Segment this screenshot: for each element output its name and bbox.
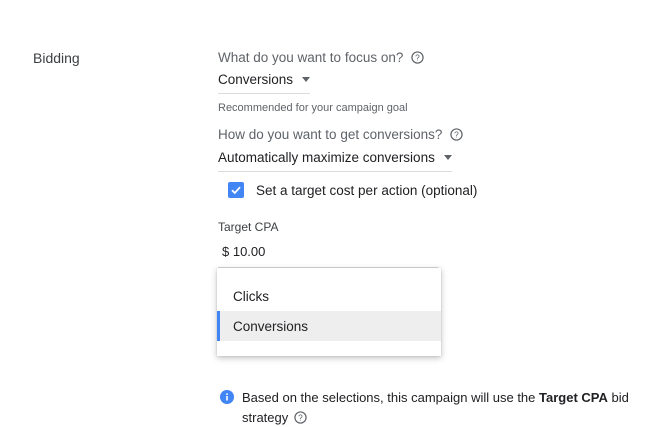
method-question: How do you want to get conversions? ? (218, 127, 464, 142)
bid-strategy-info: Based on the selections, this campaign w… (220, 388, 642, 427)
help-icon[interactable]: ? (294, 411, 307, 424)
chevron-down-icon (443, 155, 452, 160)
focus-options-menu: Clicks Conversions (217, 268, 441, 356)
menu-item-conversions[interactable]: Conversions (217, 311, 441, 341)
focus-dropdown-value: Conversions (218, 72, 294, 87)
target-cpa-checkbox-label: Set a target cost per action (optional) (256, 182, 478, 198)
info-icon (220, 390, 234, 404)
target-cpa-checkbox-row[interactable]: Set a target cost per action (optional) (228, 182, 477, 198)
target-cpa-checkbox[interactable] (228, 182, 244, 198)
target-cpa-label: Target CPA (218, 220, 279, 234)
method-question-text: How do you want to get conversions? (218, 127, 443, 142)
menu-item-label: Conversions (233, 318, 309, 334)
help-icon[interactable]: ? (450, 128, 464, 141)
svg-text:?: ? (416, 53, 421, 63)
svg-text:?: ? (455, 130, 460, 140)
checkmark-icon (231, 186, 241, 195)
menu-item-clicks[interactable]: Clicks (217, 281, 441, 311)
method-dropdown[interactable]: Automatically maximize conversions (218, 150, 452, 172)
info-strategy-name: Target CPA (539, 390, 608, 405)
recommendation-note: Recommended for your campaign goal (218, 102, 408, 114)
info-text: Based on the selections, this campaign w… (242, 388, 642, 427)
target-cpa-input[interactable]: $ 10.00 (222, 244, 265, 259)
help-icon[interactable]: ? (411, 51, 425, 64)
chevron-down-icon (302, 77, 311, 82)
svg-text:?: ? (298, 413, 303, 423)
focus-question-text: What do you want to focus on? (218, 50, 404, 65)
focus-question: What do you want to focus on? ? (218, 50, 425, 65)
method-dropdown-value: Automatically maximize conversions (218, 150, 435, 165)
menu-item-label: Clicks (233, 288, 269, 304)
focus-dropdown[interactable]: Conversions (218, 72, 311, 94)
info-text-before: Based on the selections, this campaign w… (242, 390, 540, 405)
bidding-section-label: Bidding (33, 50, 80, 66)
